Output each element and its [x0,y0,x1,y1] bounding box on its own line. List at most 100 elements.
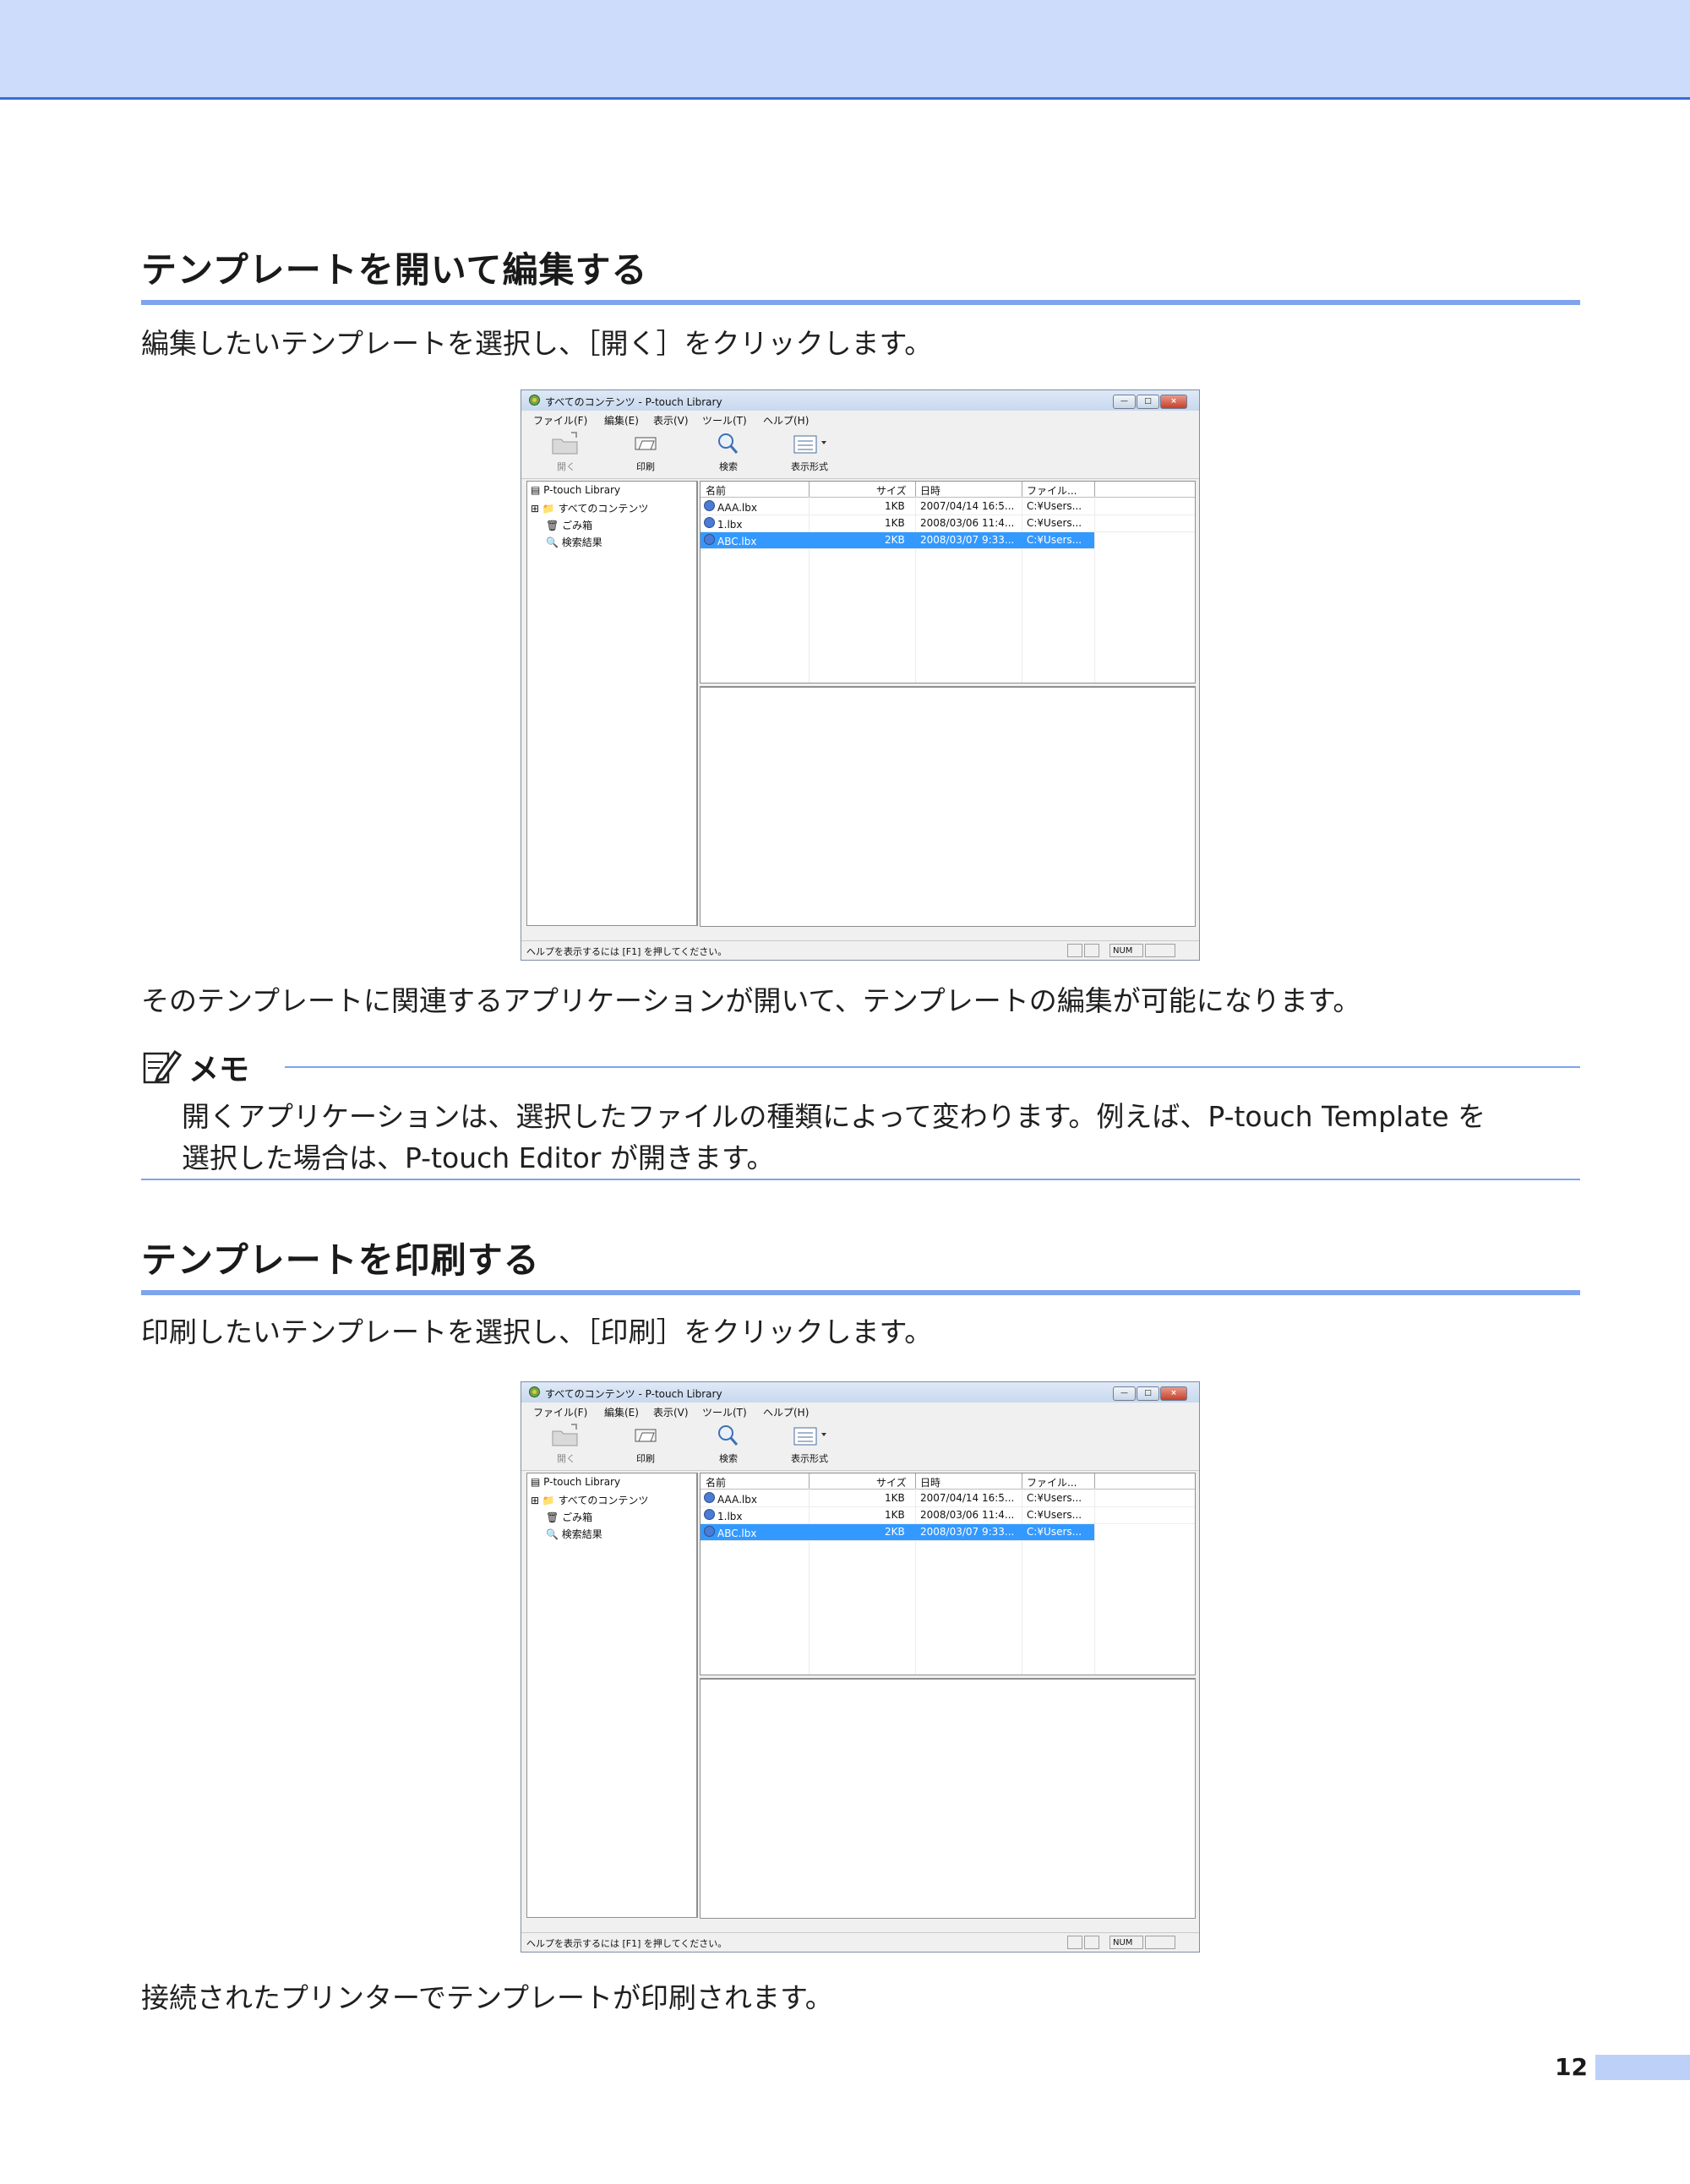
printer-icon [635,437,657,450]
tree-item-all-contents[interactable]: ⊞ 📁 すべてのコンテンツ [531,1493,648,1507]
tree-item-search-results[interactable]: 🔍 検索結果 [546,535,602,549]
print-button[interactable]: 印刷 [616,1423,675,1465]
status-bar: ヘルプを表示するには [F1] を押してください。 NUM [521,1932,1199,1952]
tree-expander-icon[interactable]: ⊞ [531,1495,539,1506]
view-list-icon [793,435,826,454]
minimize-button[interactable]: — [1113,1386,1136,1401]
menu-help[interactable]: ヘルプ(H) [763,413,809,428]
memo-line-1: 開くアプリケーションは、選択したファイルの種類によって変わります。例えば、P-t… [182,1100,1486,1133]
result-open: そのテンプレートに関連するアプリケーションが開いて、テンプレートの編集が可能にな… [141,984,1361,1017]
app-window-screenshot-2: すべてのコンテンツ - P-touch Library — □ × ファイル(F… [521,1381,1200,1953]
col-file[interactable]: ファイル... [1027,1475,1077,1490]
num-lock-indicator: NUM [1109,944,1143,957]
window-title: すべてのコンテンツ - P-touch Library [545,396,722,408]
table-row[interactable]: 1.lbx 1KB 2008/03/06 11:4... C:¥Users... [701,1507,1195,1524]
menu-bar: ファイル(F) 編集(E) 表示(V) ツール(T) ヘルプ(H) [521,1402,1199,1419]
folder-open-icon [552,1424,578,1446]
memo-box: メモ 開くアプリケーションは、選択したファイルの種類によって変わります。例えば、… [141,1042,1580,1179]
lbx-file-icon [704,1526,715,1537]
tree-item-trash[interactable]: 🗑 ごみ箱 [546,1510,592,1524]
file-list: 名前 サイズ 日時 ファイル... AAA.lbx 1KB 2007/04/14… [700,481,1196,684]
result-print: 接続されたプリンターでテンプレートが印刷されます。 [141,1981,833,2014]
col-size[interactable]: サイズ [876,1475,907,1490]
col-name[interactable]: 名前 [706,483,726,498]
file-list: 名前 サイズ 日時 ファイル... AAA.lbx 1KB 2007/04/14… [700,1473,1196,1675]
col-date[interactable]: 日時 [920,483,940,498]
maximize-button[interactable]: □ [1137,1386,1159,1401]
instruction-open: 編集したいテンプレートを選択し、［開く］をクリックします。 [141,327,933,360]
preview-pane [700,1678,1196,1919]
folder-open-icon [552,432,578,455]
tree-item-library[interactable]: ▤ P-touch Library [531,1476,620,1488]
tree-item-library[interactable]: ▤ P-touch Library [531,484,620,496]
tree-item-all-contents[interactable]: ⊞ 📁 すべてのコンテンツ [531,501,648,515]
section-heading-print: テンプレートを印刷する [141,1232,1580,1295]
menu-view[interactable]: 表示(V) [653,1405,689,1419]
file-list-header: 名前 サイズ 日時 ファイル... [701,1473,1195,1490]
menu-file[interactable]: ファイル(F) [533,1405,587,1419]
app-window-screenshot-1: すべてのコンテンツ - P-touch Library — □ × ファイル(F… [521,389,1200,961]
status-text: ヘルプを表示するには [F1] を押してください。 [526,946,728,957]
window-title: すべてのコンテンツ - P-touch Library [545,1388,722,1400]
status-text: ヘルプを表示するには [F1] を押してください。 [526,1938,728,1949]
minimize-button[interactable]: — [1113,395,1136,409]
view-format-button[interactable]: 表示形式 [780,431,839,473]
folder-tree: ▤ P-touch Library ⊞ 📁 すべてのコンテンツ 🗑 ごみ箱 🔍 … [526,481,698,926]
preview-pane [700,686,1196,927]
open-button[interactable]: 開く [537,1423,596,1465]
menu-edit[interactable]: 編集(E) [604,413,639,428]
search-button[interactable]: 検索 [699,1423,758,1465]
menu-bar: ファイル(F) 編集(E) 表示(V) ツール(T) ヘルプ(H) [521,411,1199,428]
tree-expander-icon[interactable]: ⊞ [531,503,539,515]
close-button[interactable]: × [1160,1386,1187,1401]
instruction-print: 印刷したいテンプレートを選択し、［印刷］をクリックします。 [141,1315,933,1348]
memo-line-2: 選択した場合は、P-touch Editor が開きます。 [182,1141,775,1174]
app-icon [529,395,540,406]
folder-tree: ▤ P-touch Library ⊞ 📁 すべてのコンテンツ 🗑 ごみ箱 🔍 … [526,1473,698,1918]
col-date[interactable]: 日時 [920,1475,940,1490]
page-number: 12 [1555,2053,1588,2081]
col-file[interactable]: ファイル... [1027,483,1077,498]
menu-help[interactable]: ヘルプ(H) [763,1405,809,1419]
lbx-file-icon [704,534,715,545]
window-title-bar: すべてのコンテンツ - P-touch Library — □ × [521,390,1199,411]
maximize-button[interactable]: □ [1137,395,1159,409]
open-button[interactable]: 開く [537,431,596,473]
view-list-icon [793,1427,826,1446]
menu-view[interactable]: 表示(V) [653,413,689,428]
memo-title: メモ [188,1053,250,1087]
magnifier-icon [718,1425,739,1446]
app-icon [529,1386,540,1397]
menu-file[interactable]: ファイル(F) [533,413,587,428]
toolbar: 開く 印刷 検索 表示形式 [521,1419,1199,1471]
printer-icon [635,1429,657,1442]
lbx-file-icon [704,1492,715,1503]
file-list-header: 名前 サイズ 日時 ファイル... [701,482,1195,498]
table-row[interactable]: AAA.lbx 1KB 2007/04/14 16:5... C:¥Users.… [701,1490,1195,1507]
lbx-file-icon [704,500,715,511]
page-number-bar [1595,2055,1690,2080]
menu-tools[interactable]: ツール(T) [702,1405,747,1419]
table-row-selected[interactable]: ABC.lbx 2KB 2008/03/07 9:33... C:¥Users.… [701,1524,1094,1541]
section-heading-open-edit: テンプレートを開いて編集する [141,242,1580,305]
print-button[interactable]: 印刷 [616,431,675,473]
lbx-file-icon [704,517,715,528]
close-button[interactable]: × [1160,395,1187,409]
window-title-bar: すべてのコンテンツ - P-touch Library — □ × [521,1382,1199,1402]
tree-item-search-results[interactable]: 🔍 検索結果 [546,1527,602,1541]
col-size[interactable]: サイズ [876,483,907,498]
tree-item-trash[interactable]: 🗑 ごみ箱 [546,518,592,532]
view-format-button[interactable]: 表示形式 [780,1423,839,1465]
col-name[interactable]: 名前 [706,1475,726,1490]
menu-edit[interactable]: 編集(E) [604,1405,639,1419]
table-row-selected[interactable]: ABC.lbx 2KB 2008/03/07 9:33... C:¥Users.… [701,532,1094,549]
search-button[interactable]: 検索 [699,431,758,473]
table-row[interactable]: 1.lbx 1KB 2008/03/06 11:4... C:¥Users... [701,515,1195,532]
status-bar: ヘルプを表示するには [F1] を押してください。 NUM [521,940,1199,960]
lbx-file-icon [704,1509,715,1520]
header-band [0,0,1690,100]
menu-tools[interactable]: ツール(T) [702,413,747,428]
table-row[interactable]: AAA.lbx 1KB 2007/04/14 16:5... C:¥Users.… [701,498,1195,515]
magnifier-icon [718,433,739,454]
memo-pencil-icon [143,1049,182,1084]
